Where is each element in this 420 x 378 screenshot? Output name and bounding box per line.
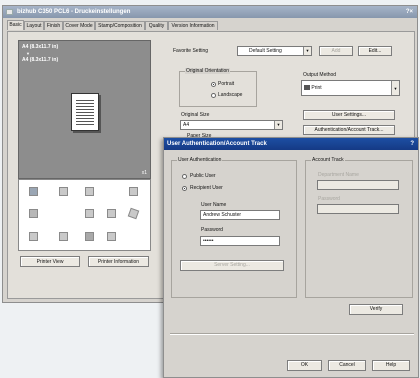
account-track-label: Account Track [311, 157, 345, 163]
public-user-label: Public User [190, 173, 216, 179]
printer-view-button[interactable]: Printer View [20, 256, 80, 267]
combine-icon[interactable] [129, 187, 138, 196]
help-icon[interactable]: ?× [406, 6, 413, 18]
original-orientation-label: Original Orientation [185, 68, 231, 74]
password-input[interactable]: •••••• [200, 236, 280, 246]
landscape-radio[interactable] [211, 93, 216, 98]
booklet-icon[interactable] [85, 187, 94, 196]
preview-size-text-2: A4 (8.3x11.7 in) [22, 57, 59, 63]
tab-quality[interactable]: Quality [145, 21, 168, 30]
output-method-label: Output Method [303, 72, 337, 78]
auth-account-track-button[interactable]: Authentication/Account Track... [303, 125, 395, 135]
add-button[interactable]: Add [319, 46, 353, 56]
help-icon[interactable]: ? [410, 138, 414, 150]
watermark-icon[interactable] [29, 232, 38, 241]
tab-strip: Basic Layout Finish Cover Mode Stamp/Com… [7, 20, 307, 31]
server-setting-button[interactable]: Server Setting... [180, 260, 284, 271]
favorite-setting-select[interactable]: Default Setting ▼ [237, 46, 312, 56]
account-password-label: Password [318, 196, 340, 202]
preview-panel: A4 (8.3x11.7 in) ▼ A4 (8.3x11.7 in) x1 [18, 40, 151, 179]
tab-layout[interactable]: Layout [24, 21, 44, 30]
stamp-icon[interactable] [127, 207, 140, 220]
overlay-icon[interactable] [59, 232, 68, 241]
department-name-label: Department Name [318, 172, 359, 178]
function-icon-grid [18, 179, 151, 251]
tab-stamp-composition[interactable]: Stamp/Composition [95, 21, 145, 30]
main-window-title: bizhub C350 PCL6 - Druckeinstellungen [17, 9, 131, 15]
original-size-label: Original Size [181, 112, 210, 118]
favorite-setting-value: Default Setting [249, 48, 282, 54]
quality-icon[interactable] [85, 232, 94, 241]
preview-arrow: ▼ [26, 51, 30, 56]
fold-icon[interactable] [85, 209, 94, 218]
landscape-label: Landscape [218, 92, 243, 98]
portrait-radio[interactable] [211, 82, 216, 87]
user-authentication-label: User Authentication [177, 157, 223, 163]
chevron-down-icon: ▼ [274, 121, 282, 129]
tab-cover-mode[interactable]: Cover Mode [63, 21, 95, 30]
user-name-input[interactable]: Andrew Schuster [200, 210, 280, 220]
dialog-title: User Authentication/Account Track [167, 141, 267, 147]
user-settings-button[interactable]: User Settings... [303, 110, 395, 120]
page-preview [71, 93, 99, 131]
secure-print-icon[interactable] [107, 232, 116, 241]
chevron-down-icon: ▼ [303, 47, 311, 55]
password-label: Password [201, 227, 223, 233]
page-text-lines [76, 98, 94, 126]
user-authentication-group: User Authentication [171, 157, 297, 298]
account-password-input[interactable] [317, 204, 399, 214]
original-size-select[interactable]: A4 ▼ [180, 120, 283, 130]
original-orientation-group: Original Orientation [179, 68, 257, 107]
tab-finish[interactable]: Finish [44, 21, 63, 30]
department-name-input[interactable] [317, 180, 399, 190]
duplex-icon[interactable] [59, 187, 68, 196]
verify-button[interactable]: Verify [349, 304, 403, 315]
punch-icon[interactable] [29, 209, 38, 218]
output-method-value: Print [311, 85, 322, 91]
portrait-label: Portrait [218, 81, 235, 87]
main-title-bar: bizhub C350 PCL6 - Druckeinstellungen ?× [3, 6, 417, 18]
favorite-setting-label: Favorite Setting [173, 48, 209, 54]
printer-information-button[interactable]: Printer Information [88, 256, 149, 267]
edit-button[interactable]: Edit... [358, 46, 392, 56]
recipient-user-label: Recipient User [190, 185, 223, 191]
cancel-button[interactable]: Cancel [328, 360, 366, 371]
recipient-user-radio[interactable] [182, 186, 187, 191]
public-user-radio[interactable] [182, 174, 187, 179]
ok-button[interactable]: OK [287, 360, 322, 371]
printer-icon [6, 9, 13, 15]
preview-size-text-1: A4 (8.3x11.7 in) [22, 44, 59, 50]
page-count: x1 [141, 170, 147, 176]
staple-icon[interactable] [29, 187, 38, 196]
original-size-value: A4 [183, 122, 190, 128]
cover-icon[interactable] [107, 209, 116, 218]
help-button[interactable]: Help [372, 360, 410, 371]
user-auth-dialog: User Authentication/Account Track ? User… [163, 137, 419, 378]
chevron-down-icon: ▼ [391, 81, 399, 95]
user-name-label: User Name [201, 202, 227, 208]
tab-basic[interactable]: Basic [7, 20, 24, 30]
printer-small-icon [304, 85, 310, 91]
dialog-title-bar: User Authentication/Account Track ? [164, 138, 418, 150]
output-method-select[interactable]: Print ▼ [301, 80, 400, 96]
dialog-separator [170, 333, 414, 335]
tab-version-information[interactable]: Version Information [168, 21, 218, 30]
